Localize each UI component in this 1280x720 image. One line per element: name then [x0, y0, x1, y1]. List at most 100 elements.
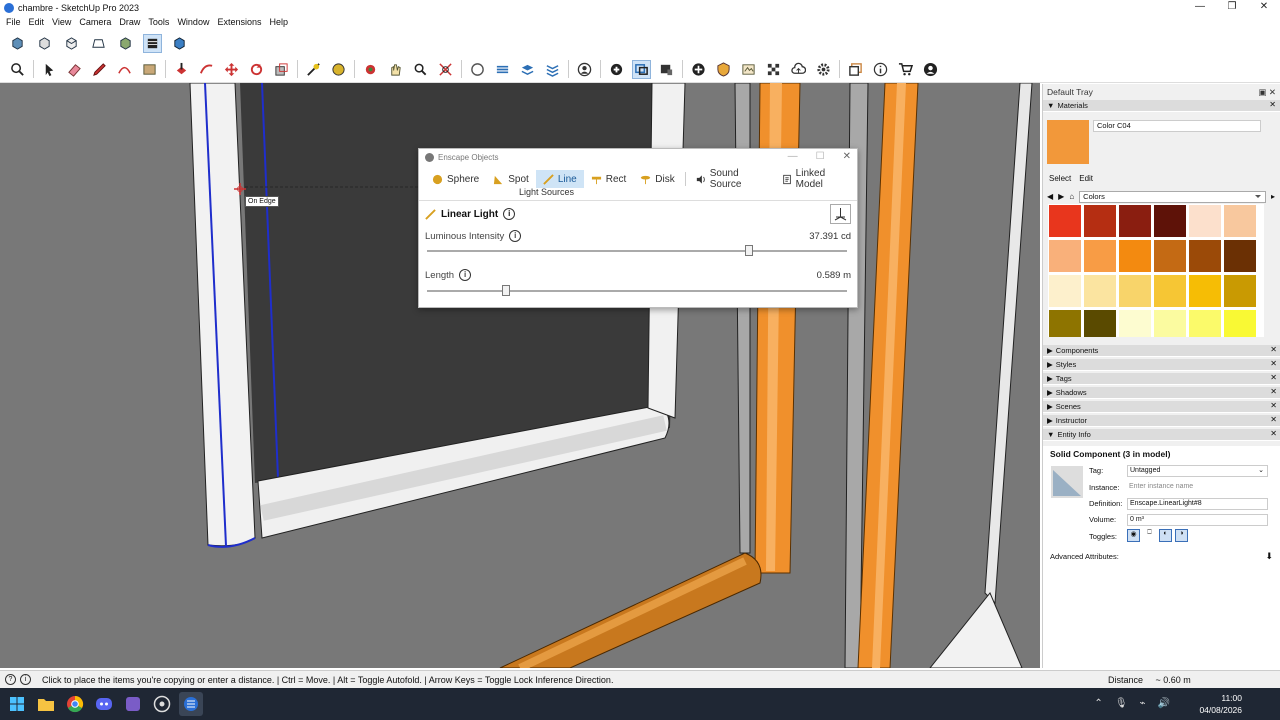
info-icon[interactable]: i [503, 208, 516, 220]
lock-toggle-icon[interactable]: ⎕ [1143, 529, 1156, 542]
menu-file[interactable]: File [2, 17, 25, 27]
length-slider[interactable] [425, 285, 851, 297]
menu-help[interactable]: Help [265, 17, 292, 27]
file-explorer-icon[interactable] [34, 692, 58, 716]
back-view-icon[interactable] [116, 34, 135, 53]
scale-icon[interactable] [272, 60, 291, 79]
luminous-intensity-slider[interactable] [425, 245, 851, 257]
tape-measure-icon[interactable] [304, 60, 323, 79]
chevron-up-icon[interactable]: ⌃ [1094, 698, 1102, 709]
luminous-intensity-value[interactable]: 37.391 cd [809, 231, 851, 242]
geo-location-icon[interactable]: ? [5, 674, 16, 685]
slider-thumb[interactable] [744, 245, 753, 256]
definition-field[interactable]: Enscape.LinearLight#8 [1127, 498, 1268, 510]
obs-icon[interactable] [150, 692, 174, 716]
zoom-extents-icon[interactable] [436, 60, 455, 79]
material-swatch[interactable] [1084, 275, 1116, 307]
material-swatch[interactable] [1189, 205, 1221, 237]
tags-panel-header[interactable]: ▶ Tags ✕ [1043, 373, 1280, 385]
material-swatch[interactable] [1049, 310, 1081, 337]
material-swatch[interactable] [1189, 240, 1221, 272]
chrome-icon[interactable] [63, 692, 87, 716]
iso-view-icon[interactable] [8, 34, 27, 53]
place-object-button[interactable] [830, 204, 851, 224]
menu-draw[interactable]: Draw [115, 17, 144, 27]
forward-arrow-icon[interactable]: ▶ [1058, 192, 1064, 201]
material-swatch[interactable] [1154, 310, 1186, 337]
front-view-icon[interactable] [62, 34, 81, 53]
warehouse-icon[interactable] [468, 60, 487, 79]
length-value[interactable]: 0.589 m [817, 270, 851, 281]
volume-icon[interactable]: 🔊 [1158, 698, 1170, 709]
material-swatch[interactable] [1119, 205, 1151, 237]
entity-info-panel-header[interactable]: ▼ Entity Info ✕ [1043, 429, 1280, 441]
orbit-icon[interactable] [361, 60, 380, 79]
material-swatch[interactable] [1224, 275, 1256, 307]
shadows-panel-header[interactable]: ▶ Shadows ✕ [1043, 387, 1280, 399]
components-panel-header[interactable]: ▶ Components ✕ [1043, 345, 1280, 357]
material-swatch[interactable] [1189, 310, 1221, 337]
arc-icon[interactable] [115, 60, 134, 79]
material-swatch[interactable] [1084, 310, 1116, 337]
materials-panel-header[interactable]: ▼ Materials ✕ [1043, 100, 1280, 112]
visible-toggle-icon[interactable]: ◉ [1127, 529, 1140, 542]
paint-bucket-icon[interactable] [329, 60, 348, 79]
tab-linked-model[interactable]: Linked Model [775, 168, 857, 190]
left-view-icon[interactable] [143, 33, 162, 53]
maximize-button[interactable]: ❐ [1216, 0, 1248, 14]
rectangle-icon[interactable] [140, 60, 159, 79]
menu-view[interactable]: View [48, 17, 75, 27]
tab-sphere[interactable]: Sphere [425, 170, 486, 188]
sketchup-taskbar-icon[interactable] [179, 692, 203, 716]
material-swatch[interactable] [1049, 275, 1081, 307]
tab-spot[interactable]: Spot [486, 170, 536, 188]
library-select[interactable]: Colors [1079, 190, 1266, 203]
slider-thumb[interactable] [501, 285, 510, 296]
material-swatch[interactable] [1119, 310, 1151, 337]
github-desktop-icon[interactable] [121, 692, 145, 716]
scenes-panel-header[interactable]: ▶ Scenes ✕ [1043, 401, 1280, 413]
tray-close-icon[interactable]: ▣ ✕ [1258, 87, 1276, 98]
menu-edit[interactable]: Edit [25, 17, 49, 27]
material-swatch[interactable] [1224, 240, 1256, 272]
right-view-icon[interactable] [89, 34, 108, 53]
stack-icon[interactable] [543, 60, 562, 79]
windows-start-icon[interactable] [5, 692, 29, 716]
info-icon[interactable]: i [459, 269, 472, 281]
tab-sound-source[interactable]: Sound Source [689, 168, 775, 190]
tab-select[interactable]: Select [1049, 174, 1071, 183]
material-swatch[interactable] [1154, 240, 1186, 272]
download-icon[interactable]: ⬇ [1265, 551, 1273, 562]
layout-icon[interactable] [518, 60, 537, 79]
enscape-views-icon[interactable] [657, 60, 676, 79]
material-swatch[interactable] [1049, 240, 1081, 272]
material-swatch[interactable] [1119, 275, 1151, 307]
enscape-checker-icon[interactable] [764, 60, 783, 79]
receive-shadows-icon[interactable]: ◐ [1159, 529, 1172, 542]
enscape-info-icon[interactable] [871, 60, 890, 79]
dialog-minimize-button[interactable]: — [788, 151, 798, 162]
push-pull-icon[interactable] [172, 60, 191, 79]
material-name-field[interactable]: Color C04 [1093, 120, 1261, 132]
styles-panel-header[interactable]: ▶ Styles ✕ [1043, 359, 1280, 371]
material-swatch[interactable] [1224, 310, 1256, 337]
menu-tools[interactable]: Tools [144, 17, 173, 27]
info-icon[interactable]: i [509, 230, 522, 242]
account-icon[interactable] [575, 60, 594, 79]
tab-disk[interactable]: Disk [633, 170, 681, 188]
pencil-line-icon[interactable] [90, 60, 109, 79]
instructor-panel-header[interactable]: ▶ Instructor ✕ [1043, 415, 1280, 427]
menu-window[interactable]: Window [173, 17, 213, 27]
details-arrow-icon[interactable]: ▸ [1271, 192, 1275, 201]
offset-icon[interactable] [197, 60, 216, 79]
enscape-sync-icon[interactable] [632, 59, 651, 79]
enscape-window-icon[interactable] [846, 60, 865, 79]
close-button[interactable]: ✕ [1248, 0, 1280, 14]
material-swatch[interactable] [1049, 205, 1081, 237]
measurements-box[interactable]: Distance ~ 0.60 m [1108, 675, 1191, 685]
zoom-icon[interactable] [411, 60, 430, 79]
menu-extensions[interactable]: Extensions [213, 17, 265, 27]
panel-close-icon[interactable]: ✕ [1269, 100, 1276, 109]
enscape-capture-icon[interactable] [689, 60, 708, 79]
system-clock[interactable]: 11:00 04/08/2026 [1199, 692, 1242, 716]
